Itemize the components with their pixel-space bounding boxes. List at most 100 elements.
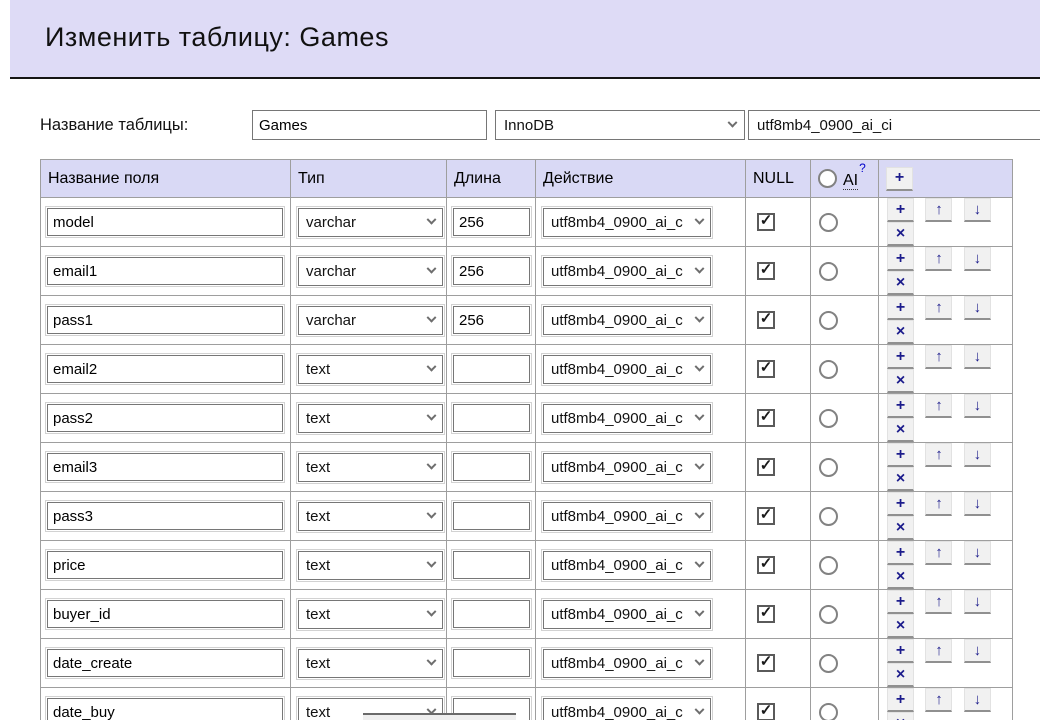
move-up-button[interactable]: ↑ bbox=[925, 296, 953, 320]
add-field-button[interactable]: + bbox=[887, 639, 914, 663]
field-name-input[interactable] bbox=[45, 647, 285, 679]
null-checkbox[interactable]: ✓ bbox=[757, 310, 775, 329]
field-length-input[interactable] bbox=[451, 451, 532, 483]
null-checkbox[interactable]: ✓ bbox=[757, 604, 775, 623]
ai-radio[interactable] bbox=[819, 310, 838, 330]
field-collation-select[interactable]: utf8mb4_0900_ai_c bbox=[541, 548, 713, 582]
ai-radio[interactable] bbox=[819, 604, 838, 624]
move-down-button[interactable]: ↓ bbox=[963, 345, 991, 369]
field-collation-select[interactable]: utf8mb4_0900_ai_c bbox=[541, 499, 713, 533]
null-checkbox[interactable]: ✓ bbox=[757, 359, 775, 378]
field-length-input[interactable] bbox=[451, 206, 532, 238]
field-name-input[interactable] bbox=[45, 598, 285, 630]
ai-radio[interactable] bbox=[819, 261, 838, 281]
remove-field-button[interactable]: × bbox=[887, 712, 914, 720]
add-field-button[interactable]: + bbox=[887, 590, 914, 614]
field-length-input[interactable] bbox=[451, 255, 532, 287]
add-field-button[interactable]: + bbox=[887, 296, 914, 320]
field-type-select[interactable]: text bbox=[296, 548, 445, 582]
remove-field-button[interactable]: × bbox=[887, 222, 914, 246]
move-up-button[interactable]: ↑ bbox=[925, 198, 953, 222]
move-down-button[interactable]: ↓ bbox=[963, 198, 991, 222]
field-collation-select[interactable]: utf8mb4_0900_ai_c bbox=[541, 597, 713, 631]
move-up-button[interactable]: ↑ bbox=[925, 345, 953, 369]
remove-field-button[interactable]: × bbox=[887, 320, 914, 344]
ai-radio[interactable] bbox=[819, 702, 838, 720]
null-checkbox[interactable]: ✓ bbox=[757, 506, 775, 525]
field-collation-select[interactable]: utf8mb4_0900_ai_c bbox=[541, 352, 713, 386]
move-down-button[interactable]: ↓ bbox=[963, 639, 991, 663]
move-up-button[interactable]: ↑ bbox=[925, 443, 953, 467]
ai-radio[interactable] bbox=[819, 408, 838, 428]
move-down-button[interactable]: ↓ bbox=[963, 296, 991, 320]
add-field-button[interactable]: + bbox=[887, 688, 914, 712]
null-checkbox[interactable]: ✓ bbox=[757, 212, 775, 231]
engine-select[interactable]: InnoDB bbox=[495, 110, 745, 140]
null-checkbox[interactable]: ✓ bbox=[757, 702, 775, 720]
field-name-input[interactable] bbox=[45, 304, 285, 336]
move-down-button[interactable]: ↓ bbox=[963, 443, 991, 467]
field-length-input[interactable] bbox=[451, 304, 532, 336]
ai-radio[interactable] bbox=[819, 457, 838, 477]
cropped-bottom-control[interactable] bbox=[363, 713, 516, 720]
field-type-select[interactable]: text bbox=[296, 499, 445, 533]
field-collation-select[interactable]: utf8mb4_0900_ai_c bbox=[541, 303, 713, 337]
field-type-select[interactable]: text bbox=[296, 450, 445, 484]
move-down-button[interactable]: ↓ bbox=[963, 394, 991, 418]
ai-help-link[interactable]: ? bbox=[859, 161, 866, 175]
ai-radio[interactable] bbox=[819, 653, 838, 673]
field-length-input[interactable] bbox=[451, 353, 532, 385]
null-checkbox[interactable]: ✓ bbox=[757, 408, 775, 427]
remove-field-button[interactable]: × bbox=[887, 271, 914, 295]
field-type-select[interactable]: text bbox=[296, 646, 445, 680]
add-field-button[interactable]: + bbox=[887, 443, 914, 467]
move-up-button[interactable]: ↑ bbox=[925, 541, 953, 565]
field-collation-select[interactable]: utf8mb4_0900_ai_c bbox=[541, 646, 713, 680]
ai-radio[interactable] bbox=[819, 212, 838, 232]
field-collation-select[interactable]: utf8mb4_0900_ai_c bbox=[541, 205, 713, 239]
null-checkbox[interactable]: ✓ bbox=[757, 555, 775, 574]
ai-radio[interactable] bbox=[819, 506, 838, 526]
remove-field-button[interactable]: × bbox=[887, 663, 914, 687]
remove-field-button[interactable]: × bbox=[887, 516, 914, 540]
move-up-button[interactable]: ↑ bbox=[925, 639, 953, 663]
remove-field-button[interactable]: × bbox=[887, 418, 914, 442]
add-field-button[interactable]: + bbox=[887, 541, 914, 565]
add-field-header-button[interactable]: + bbox=[886, 166, 913, 191]
move-down-button[interactable]: ↓ bbox=[963, 247, 991, 271]
move-up-button[interactable]: ↑ bbox=[925, 590, 953, 614]
field-length-input[interactable] bbox=[451, 647, 532, 679]
field-name-input[interactable] bbox=[45, 696, 285, 720]
field-type-select[interactable]: text bbox=[296, 352, 445, 386]
field-type-select[interactable]: varchar bbox=[296, 303, 445, 337]
add-field-button[interactable]: + bbox=[887, 394, 914, 418]
field-name-input[interactable] bbox=[45, 255, 285, 287]
remove-field-button[interactable]: × bbox=[887, 467, 914, 491]
field-length-input[interactable] bbox=[451, 402, 532, 434]
move-down-button[interactable]: ↓ bbox=[963, 541, 991, 565]
ai-radio[interactable] bbox=[819, 555, 838, 575]
table-name-input[interactable] bbox=[252, 110, 487, 140]
move-up-button[interactable]: ↑ bbox=[925, 492, 953, 516]
field-collation-select[interactable]: utf8mb4_0900_ai_c bbox=[541, 254, 713, 288]
field-collation-select[interactable]: utf8mb4_0900_ai_c bbox=[541, 450, 713, 484]
add-field-button[interactable]: + bbox=[887, 247, 914, 271]
field-name-input[interactable] bbox=[45, 549, 285, 581]
move-down-button[interactable]: ↓ bbox=[963, 492, 991, 516]
null-checkbox[interactable]: ✓ bbox=[757, 261, 775, 280]
null-checkbox[interactable]: ✓ bbox=[757, 653, 775, 672]
field-length-input[interactable] bbox=[451, 549, 532, 581]
field-type-select[interactable]: varchar bbox=[296, 205, 445, 239]
field-name-input[interactable] bbox=[45, 402, 285, 434]
field-name-input[interactable] bbox=[45, 500, 285, 532]
field-collation-select[interactable]: utf8mb4_0900_ai_c bbox=[541, 401, 713, 435]
field-length-input[interactable] bbox=[451, 500, 532, 532]
move-down-button[interactable]: ↓ bbox=[963, 688, 991, 712]
field-type-select[interactable]: varchar bbox=[296, 254, 445, 288]
remove-field-button[interactable]: × bbox=[887, 614, 914, 638]
remove-field-button[interactable]: × bbox=[887, 565, 914, 589]
null-checkbox[interactable]: ✓ bbox=[757, 457, 775, 476]
add-field-button[interactable]: + bbox=[887, 345, 914, 369]
ai-radio[interactable] bbox=[819, 359, 838, 379]
move-up-button[interactable]: ↑ bbox=[925, 247, 953, 271]
